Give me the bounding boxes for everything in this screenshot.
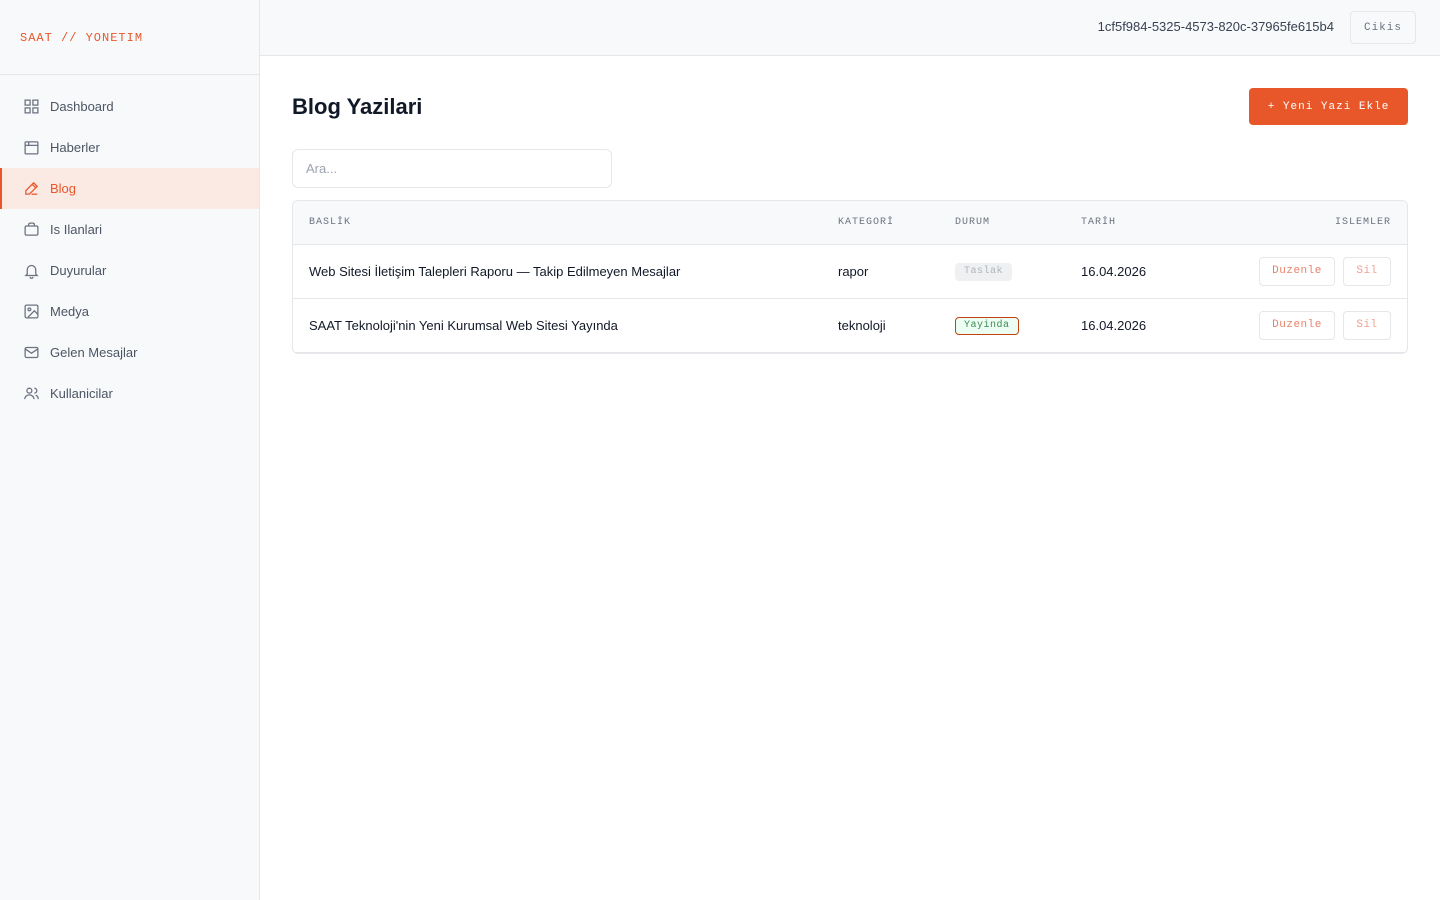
column-header-actions: ISLEMLER	[1221, 201, 1407, 245]
sidebar-item-label: Haberler	[50, 140, 100, 155]
status-badge: Taslak	[955, 263, 1013, 281]
post-date: 16.04.2026	[1081, 297, 1221, 353]
delete-button[interactable]: Sil	[1343, 256, 1391, 286]
post-title: SAAT Teknoloji'nin Yeni Kurumsal Web Sit…	[293, 297, 838, 353]
post-date: 16.04.2026	[1081, 263, 1147, 279]
table-row[interactable]: SAAT Teknoloji'nin Yeni Kurumsal Web Sit…	[293, 297, 1407, 353]
user-id: 1cf5f984-5325-4573-820c-37965fe615b4	[1097, 19, 1334, 34]
image-icon	[22, 303, 40, 321]
topbar: 1cf5f984-5325-4573-820c-37965fe615b4 Cik…	[260, 0, 1440, 56]
sidebar-item-label: Dashboard	[50, 99, 114, 114]
add-post-button[interactable]: + Yeni Yazi Ekle	[1249, 88, 1408, 125]
actions-cell: Duzenle Sil	[1221, 244, 1407, 298]
brand-logo: SAAT // YONETIM	[0, 0, 259, 75]
pen-icon	[22, 180, 40, 198]
column-header-title[interactable]: BASLİK	[293, 201, 838, 245]
users-icon	[22, 385, 40, 403]
status-cell: Taslak	[955, 244, 1081, 298]
delete-button[interactable]: Sil	[1343, 310, 1391, 340]
sidebar-item-gelen-mesajlar[interactable]: Gelen Mesajlar	[0, 332, 259, 373]
sidebar: SAAT // YONETIM Dashboard Haberler Blog …	[0, 0, 260, 900]
page-title: Blog Yazilari	[292, 94, 423, 119]
edit-button[interactable]: Duzenle	[1259, 256, 1335, 286]
mail-icon	[22, 344, 40, 362]
sidebar-item-label: Kullanicilar	[50, 386, 113, 401]
actions-cell: Duzenle Sil	[1221, 297, 1407, 353]
grid-icon	[22, 98, 40, 116]
sidebar-nav: Dashboard Haberler Blog Is Ilanlari Duyu…	[0, 75, 259, 414]
post-title: Web Sitesi İletişim Talepleri Raporu — T…	[309, 263, 681, 279]
briefcase-icon	[22, 221, 40, 239]
status-cell: Yayinda	[955, 297, 1081, 353]
column-header-date[interactable]: TARİH	[1081, 201, 1221, 245]
posts-table: BASLİK KATEGORİ DURUM TARİH ISLEMLER Web…	[292, 200, 1408, 354]
sidebar-item-label: Gelen Mesajlar	[50, 345, 138, 360]
post-category: rapor	[838, 263, 869, 279]
sidebar-item-dashboard[interactable]: Dashboard	[0, 86, 259, 127]
column-header-category[interactable]: KATEGORİ	[838, 201, 955, 245]
newspaper-icon	[22, 139, 40, 157]
sidebar-item-haberler[interactable]: Haberler	[0, 127, 259, 168]
sidebar-item-duyurular[interactable]: Duyurular	[0, 250, 259, 291]
sidebar-item-label: Blog	[50, 181, 77, 196]
sidebar-item-kullanicilar[interactable]: Kullanicilar	[0, 373, 259, 414]
table-header-row: BASLİK KATEGORİ DURUM TARİH ISLEMLER	[293, 201, 1407, 245]
sidebar-item-blog[interactable]: Blog	[0, 168, 259, 209]
bell-icon	[22, 262, 40, 280]
edit-button[interactable]: Duzenle	[1259, 310, 1335, 340]
sidebar-item-label: Is Ilanlari	[50, 222, 103, 237]
sidebar-item-label: Duyurular	[50, 263, 107, 278]
sidebar-item-is-ilanlari[interactable]: Is Ilanlari	[0, 209, 259, 250]
sidebar-item-medya[interactable]: Medya	[0, 291, 259, 332]
table-row[interactable]: Web Sitesi İletişim Talepleri Raporu — T…	[293, 244, 1407, 298]
sidebar-item-label: Medya	[50, 304, 90, 319]
column-header-status[interactable]: DURUM	[955, 201, 1081, 245]
logout-button[interactable]: Cikis	[1350, 11, 1416, 44]
search-input[interactable]	[292, 149, 612, 188]
status-badge: Yayinda	[955, 317, 1019, 335]
post-category: teknoloji	[838, 297, 955, 353]
